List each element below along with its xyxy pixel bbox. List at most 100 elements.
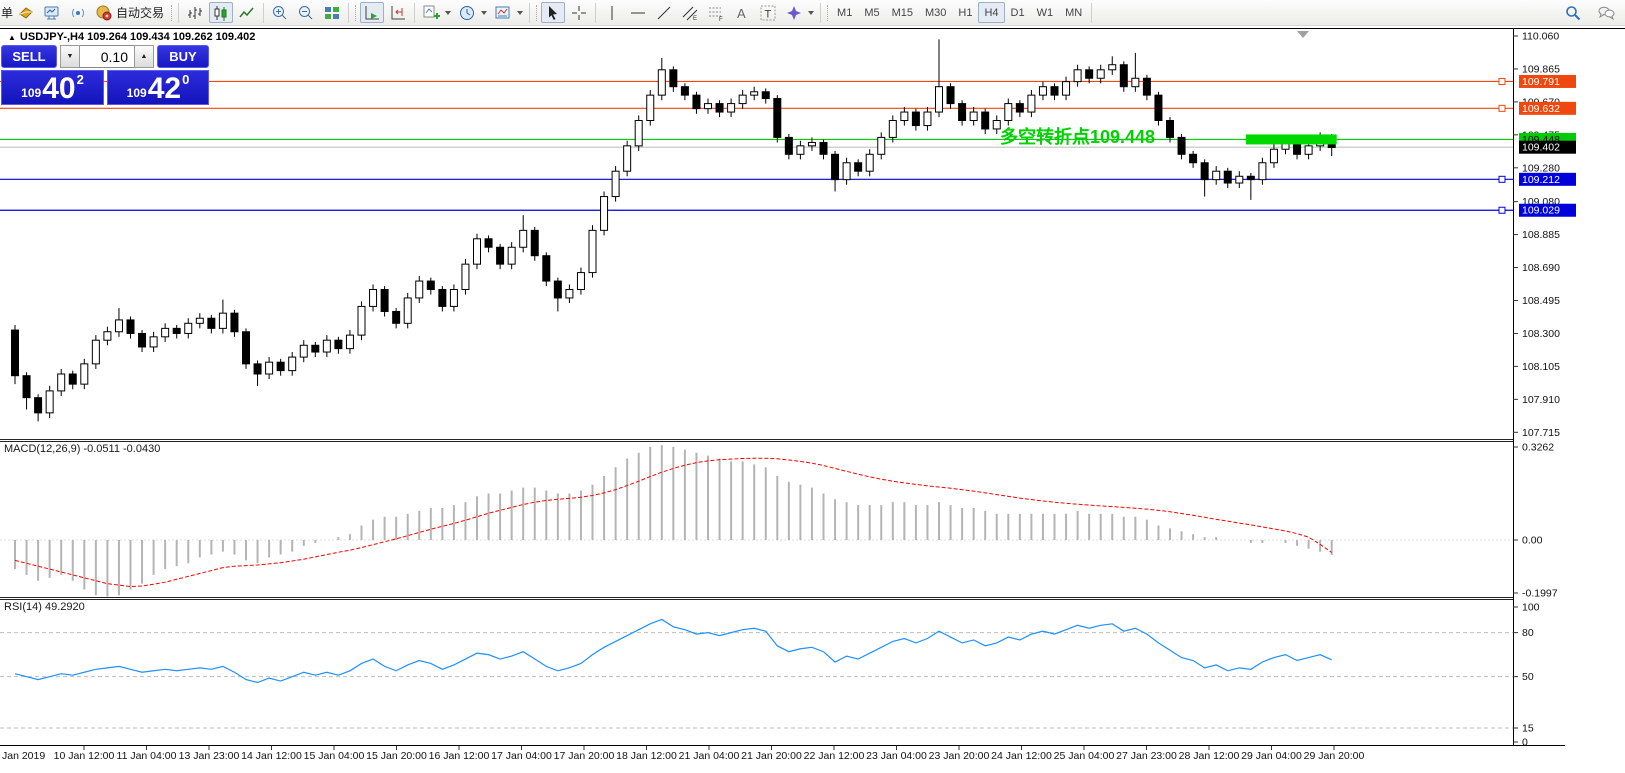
pivot-annotation: 多空转折点109.448 — [1000, 123, 1155, 149]
rsi-indicator-label: RSI(14) 49.2920 — [4, 601, 85, 613]
svg-text:15 Jan 20:00: 15 Jan 20:00 — [366, 750, 427, 762]
autotrading-label: 自动交易 — [116, 4, 164, 21]
equidistant-channel-tool[interactable]: E — [678, 2, 702, 23]
tab-m5[interactable]: M5 — [858, 2, 885, 23]
tab-m1[interactable]: M1 — [831, 2, 858, 23]
svg-text:15 Jan 04:00: 15 Jan 04:00 — [304, 750, 365, 762]
tab-m30[interactable]: M30 — [919, 2, 952, 23]
buy-button[interactable]: BUY — [157, 45, 209, 68]
autotrading-button[interactable]: 自动交易 — [92, 2, 167, 23]
svg-text:108.885: 108.885 — [1522, 229, 1560, 241]
crosshair-icon — [570, 4, 588, 22]
svg-text:15: 15 — [1522, 722, 1534, 734]
line-chart-button[interactable] — [235, 2, 259, 23]
tab-mn[interactable]: MN — [1059, 2, 1088, 23]
svg-text:21 Jan 04:00: 21 Jan 04:00 — [679, 750, 740, 762]
svg-text:108.495: 108.495 — [1522, 295, 1560, 307]
template-icon — [494, 4, 512, 22]
zoom-in-icon — [271, 4, 289, 22]
search-button[interactable] — [1561, 2, 1585, 23]
period-button[interactable] — [455, 2, 479, 23]
svg-text:18 Jan 12:00: 18 Jan 12:00 — [616, 750, 677, 762]
text-a-icon: A — [733, 4, 751, 22]
tab-d1[interactable]: D1 — [1005, 2, 1031, 23]
svg-text:0.00: 0.00 — [1522, 535, 1543, 547]
auto-scroll-button[interactable] — [360, 2, 384, 23]
svg-text:11 Jan 04:00: 11 Jan 04:00 — [117, 750, 177, 762]
fibonacci-tool[interactable]: F — [704, 2, 728, 23]
tab-m15[interactable]: M15 — [886, 2, 919, 23]
main-toolbar: 单 自动交易 — [0, 0, 1625, 26]
svg-text:10 Jan 12:00: 10 Jan 12:00 — [54, 750, 115, 762]
volume-increase-button[interactable]: ▲ — [134, 45, 154, 68]
signals-icon[interactable] — [66, 2, 90, 23]
macd-indicator-label: MACD(12,26,9) -0.0511 -0.0430 — [4, 443, 160, 455]
add-indicator-button[interactable] — [419, 2, 443, 23]
svg-text:109.212: 109.212 — [1522, 174, 1560, 186]
horizontal-line-tool[interactable] — [626, 2, 650, 23]
svg-text:108.300: 108.300 — [1522, 328, 1560, 340]
clock-icon — [458, 4, 476, 22]
tile-windows-button[interactable] — [320, 2, 344, 23]
svg-text:25 Jan 04:00: 25 Jan 04:00 — [1054, 750, 1115, 762]
sell-price-big: 40 — [42, 75, 75, 103]
cursor-button[interactable] — [541, 2, 565, 23]
chat-button[interactable] — [1594, 2, 1618, 23]
buy-price-sup: 0 — [182, 72, 189, 87]
chart-window-title: ▲USDJPY-,H4 109.264 109.434 109.262 109.… — [8, 31, 255, 43]
text-tool[interactable]: A — [730, 2, 754, 23]
volume-decrease-button[interactable]: ▼ — [60, 45, 80, 68]
svg-text:21 Jan 20:00: 21 Jan 20:00 — [741, 750, 802, 762]
svg-text:107.910: 107.910 — [1522, 394, 1560, 406]
svg-text:100: 100 — [1522, 602, 1540, 614]
line-chart-icon — [238, 4, 256, 22]
svg-text:23 Jan 20:00: 23 Jan 20:00 — [929, 750, 990, 762]
svg-text:24 Jan 12:00: 24 Jan 12:00 — [991, 750, 1052, 762]
period-dropdown[interactable] — [481, 11, 487, 15]
vertical-line-tool[interactable] — [600, 2, 624, 23]
zoom-in-button[interactable] — [268, 2, 292, 23]
template-button[interactable] — [491, 2, 515, 23]
terminal-icon[interactable] — [40, 2, 64, 23]
arrows-dropdown[interactable] — [808, 11, 814, 15]
chart-canvas[interactable]: 110.060109.865109.670109.475109.280109.0… — [0, 0, 1625, 773]
tab-h1[interactable]: H1 — [952, 2, 978, 23]
arrows-tool[interactable] — [782, 2, 806, 23]
zoom-out-button[interactable] — [294, 2, 318, 23]
channel-icon: E — [681, 4, 699, 22]
add-indicator-dropdown[interactable] — [445, 11, 451, 15]
chart-shift-button[interactable] — [386, 2, 410, 23]
svg-text:109.865: 109.865 — [1522, 63, 1560, 75]
profile-icon[interactable] — [14, 2, 38, 23]
broadcast-icon — [69, 4, 87, 22]
trendline-icon — [655, 4, 673, 22]
sell-price-sup: 2 — [77, 72, 84, 87]
svg-text:107.715: 107.715 — [1522, 427, 1560, 439]
sell-price-display[interactable]: 109402 — [1, 70, 104, 105]
svg-text:109.632: 109.632 — [1522, 103, 1560, 115]
tile-windows-icon — [323, 4, 341, 22]
new-order-button[interactable]: 单 — [1, 4, 13, 21]
svg-text:-0.1997: -0.1997 — [1522, 588, 1558, 600]
buy-price-display[interactable]: 109420 — [107, 70, 209, 105]
svg-text:29 Jan 04:00: 29 Jan 04:00 — [1241, 750, 1302, 762]
tab-w1[interactable]: W1 — [1031, 2, 1060, 23]
trendline-tool[interactable] — [652, 2, 676, 23]
add-indicator-icon — [422, 4, 440, 22]
cursor-icon — [544, 4, 562, 22]
text-label-tool[interactable]: T — [756, 2, 780, 23]
svg-text:13 Jan 23:00: 13 Jan 23:00 — [179, 750, 240, 762]
tab-h4[interactable]: H4 — [978, 2, 1004, 23]
svg-text:109.402: 109.402 — [1522, 142, 1560, 154]
crosshair-button[interactable] — [567, 2, 591, 23]
template-dropdown[interactable] — [517, 11, 523, 15]
svg-text:108.690: 108.690 — [1522, 262, 1560, 274]
volume-input[interactable]: 0.10 — [80, 45, 134, 68]
svg-text:109.029: 109.029 — [1522, 205, 1560, 217]
market-icon — [95, 4, 113, 22]
svg-text:50: 50 — [1522, 671, 1534, 683]
candlestick-button[interactable] — [209, 2, 233, 23]
svg-text:17 Jan 20:00: 17 Jan 20:00 — [554, 750, 615, 762]
bar-chart-button[interactable] — [183, 2, 207, 23]
sell-button[interactable]: SELL — [1, 45, 57, 68]
